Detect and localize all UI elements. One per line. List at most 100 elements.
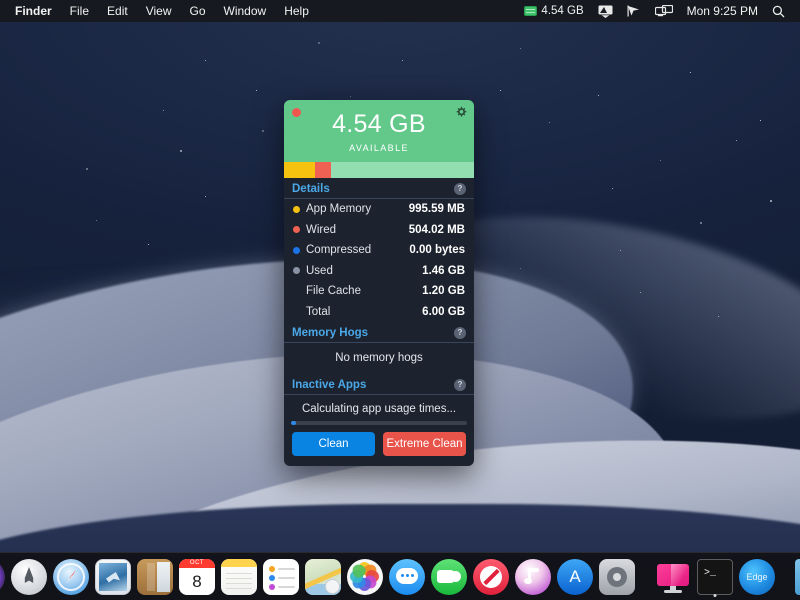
star [760,120,761,121]
details-help-icon[interactable]: ? [454,183,466,195]
search-icon[interactable] [765,5,792,18]
memory-hogs-help-icon[interactable]: ? [454,327,466,339]
detail-row: App Memory 995.59 MB [284,199,474,220]
inactive-apps-progress-bar [291,421,467,425]
progress-fill [291,421,297,425]
details-row-list: App Memory 995.59 MB Wired 504.02 MB Compres… [284,199,474,322]
details-title: Details [292,183,330,195]
dock-item-mail[interactable] [95,556,131,598]
dock-item-notes[interactable] [221,556,257,598]
dock-item-contacts[interactable] [137,556,173,598]
star [262,130,264,132]
memory-bar-wired-segment [315,162,331,178]
dock-item-system-preferences[interactable] [599,556,635,598]
star [700,222,702,224]
detail-row-value: 6.00 GB [422,305,465,318]
star [148,244,149,245]
memory-hogs-section-header: Memory Hogs ? [284,322,474,343]
detail-row-label: Wired [306,223,337,236]
dock-item-messages[interactable] [389,556,425,598]
gear-icon[interactable] [455,106,467,118]
menu-bar-memory-status[interactable]: 4.54 GB [517,0,590,22]
details-section-header: Details ? [284,178,474,199]
screen-sharing-icon[interactable] [648,5,680,17]
status-dot-icon [293,267,300,275]
detail-row-value: 504.02 MB [408,223,465,236]
status-dot-icon [293,205,300,213]
detail-row: File Cache 1.20 GB [284,281,474,302]
clean-button[interactable]: Clean [292,432,375,456]
menu-item-go[interactable]: Go [181,0,215,22]
panel-header: 4.54 GB AVAILABLE [284,100,474,162]
star [163,110,164,111]
dock: OCT 8 A >_ Edge [0,552,800,600]
menu-item-file[interactable]: File [61,0,98,22]
panel-action-buttons: Clean Extreme Clean [284,432,474,466]
close-icon[interactable] [292,108,301,117]
menu-item-edit[interactable]: Edit [98,0,137,22]
status-dot-icon [293,226,300,234]
star [96,220,97,221]
star [690,72,691,73]
inactive-apps-title: Inactive Apps [292,379,367,391]
dock-item-siri[interactable] [0,556,5,598]
star [660,160,661,161]
inactive-apps-help-icon[interactable]: ? [454,379,466,391]
dock-item-downloads-folder[interactable] [795,556,800,598]
detail-row: Total 6.00 GB [284,302,474,323]
dock-item-facetime[interactable] [431,556,467,598]
detail-row-label: Compressed [306,244,372,257]
detail-row-label: Used [306,264,333,277]
menu-item-window[interactable]: Window [215,0,276,22]
menu-item-view[interactable]: View [137,0,181,22]
inactive-apps-status-text: Calculating app usage times... [301,403,457,415]
detail-row-value: 1.46 GB [422,264,465,277]
status-dot-icon [293,246,300,254]
star [318,42,320,44]
memory-usage-bar [284,162,474,178]
star [350,96,351,97]
dock-item-news[interactable] [473,556,509,598]
running-indicator-dot [713,594,717,597]
dock-item-photos[interactable] [347,556,383,598]
dock-item-maps[interactable] [305,556,341,598]
dock-item-memory-cleaner[interactable] [655,556,691,598]
dock-item-app-store[interactable]: A [557,556,593,598]
dock-item-itunes[interactable] [515,556,551,598]
dock-item-microsoft-edge[interactable]: Edge [739,556,775,598]
star [86,168,88,170]
dock-item-calendar[interactable]: OCT 8 [179,556,215,598]
memory-hogs-title: Memory Hogs [292,327,369,339]
airplay-display-icon[interactable] [591,5,620,18]
vpn-connection-icon[interactable] [620,5,648,17]
star [402,60,403,61]
star [256,90,257,91]
star [612,188,613,189]
detail-row-label: Total [306,305,331,318]
detail-row-label: File Cache [306,285,361,298]
detail-row: Compressed 0.00 bytes [284,240,474,261]
dock-item-terminal[interactable]: >_ [697,556,733,598]
star [205,60,206,61]
memory-chip-icon [524,6,538,16]
star [520,48,521,49]
detail-row: Wired 504.02 MB [284,220,474,241]
detail-row-value: 1.20 GB [422,285,465,298]
menu-bar-left: Finder File Edit View Go Window Help [6,0,318,22]
menu-bar: Finder File Edit View Go Window Help 4.5… [0,0,800,22]
detail-row-value: 0.00 bytes [409,244,465,257]
star [770,200,772,202]
dock-item-launchpad[interactable] [11,556,47,598]
available-memory-label: AVAILABLE [349,142,409,153]
extreme-clean-button[interactable]: Extreme Clean [383,432,466,456]
menu-item-help[interactable]: Help [275,0,318,22]
status-dot-icon [293,308,300,315]
menu-item-app-name[interactable]: Finder [6,0,61,22]
dock-item-safari[interactable] [53,556,89,598]
dock-item-reminders[interactable] [263,556,299,598]
status-dot-icon [293,288,300,295]
star [549,122,550,123]
memory-cleaner-panel: 4.54 GB AVAILABLE Details ? App Memory 99… [284,100,474,466]
menu-bar-clock[interactable]: Mon 9:25 PM [680,0,765,22]
detail-row: Used 1.46 GB [284,261,474,282]
